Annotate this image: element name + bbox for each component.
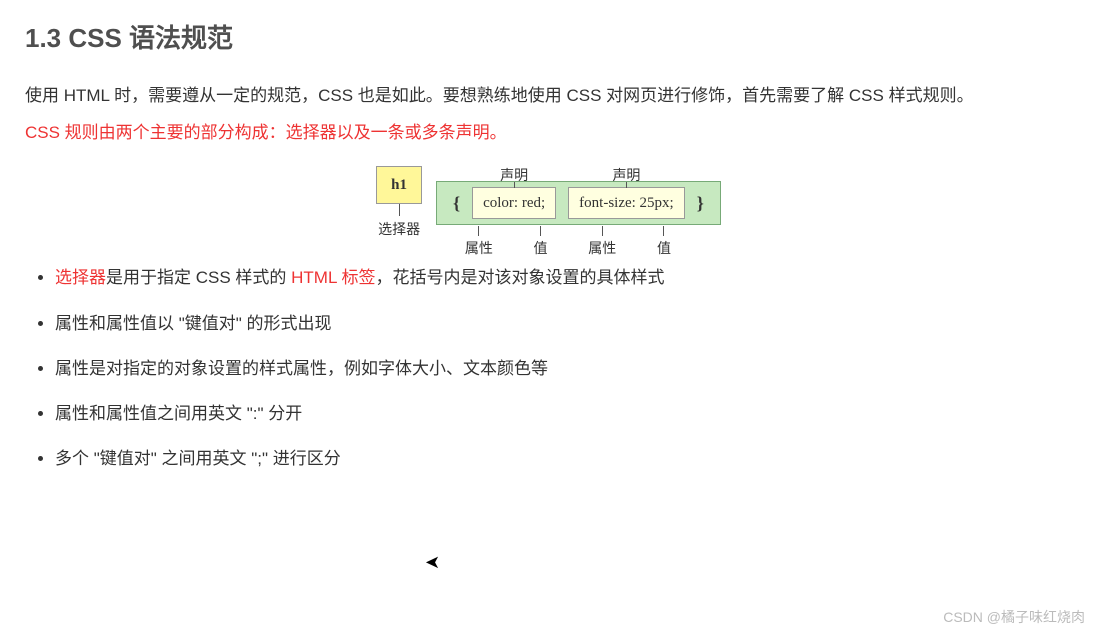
selector-box: h1 [376, 166, 422, 204]
brace-close: } [691, 189, 710, 218]
bullet-5: 多个 "键值对" 之间用英文 ";" 进行区分 [55, 445, 1072, 472]
prop-label-2: 属性 [588, 237, 616, 259]
val-label-1: 值 [534, 237, 548, 259]
decl-top-label-1: 声明 [500, 166, 528, 188]
selector-label: 选择器 [378, 218, 420, 240]
intro-paragraph: 使用 HTML 时，需要遵从一定的规范，CSS 也是如此。要想熟练地使用 CSS… [25, 82, 1072, 109]
watermark: CSDN @橘子味红烧肉 [943, 606, 1085, 628]
bullet-1-red-1: 选择器 [55, 268, 106, 287]
bullet-1-red-2: HTML 标签 [291, 268, 375, 287]
bullet-4: 属性和属性值之间用英文 ":" 分开 [55, 400, 1072, 427]
prop-label-1: 属性 [465, 237, 493, 259]
bullet-1: 选择器是用于指定 CSS 样式的 HTML 标签，花括号内是对该对象设置的具体样… [55, 264, 1072, 291]
declaration-2: 声明 font-size: 25px; [568, 187, 685, 219]
section-heading: 1.3 CSS 语法规范 [25, 18, 1072, 60]
bullet-2: 属性和属性值以 "键值对" 的形式出现 [55, 310, 1072, 337]
bullet-1-text-1: 是用于指定 CSS 样式的 [106, 268, 291, 287]
val-label-2: 值 [657, 237, 671, 259]
declaration-1: 声明 color: red; [472, 187, 556, 219]
bullet-1-text-2: ，花括号内是对该对象设置的具体样式 [376, 268, 665, 287]
decl1-text: color: red; [483, 195, 545, 211]
highlight-paragraph: CSS 规则由两个主要的部分构成：选择器以及一条或多条声明。 [25, 119, 1072, 146]
decl-top-label-2: 声明 [612, 166, 640, 188]
decl2-text: font-size: 25px; [579, 195, 674, 211]
cursor-icon: ➤ [425, 548, 440, 577]
css-rule-diagram: h1 选择器 { 声明 color: red; 声明 font-size: 25… [25, 166, 1072, 240]
bullet-list: 选择器是用于指定 CSS 样式的 HTML 标签，花括号内是对该对象设置的具体样… [25, 264, 1072, 472]
brace-open: { [447, 189, 466, 218]
bullet-3: 属性是对指定的对象设置的样式属性，例如字体大小、文本颜色等 [55, 355, 1072, 382]
